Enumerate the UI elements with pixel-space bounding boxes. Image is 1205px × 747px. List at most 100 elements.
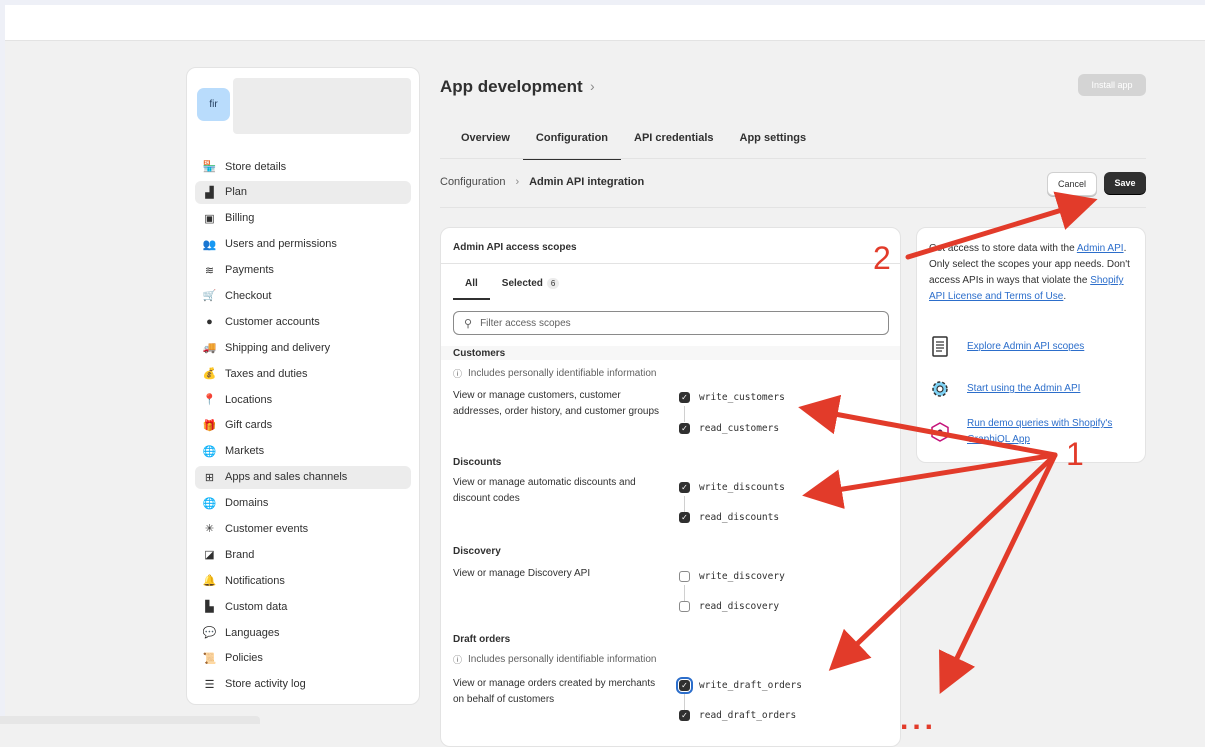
sparkle-icon: ✳ bbox=[204, 523, 215, 536]
sidebar-item-payments[interactable]: ≋ Payments bbox=[195, 259, 411, 282]
annotation-label-1: 1 bbox=[1066, 436, 1084, 472]
sidebar-item-shipping-and-delivery[interactable]: 🚚 Shipping and delivery bbox=[195, 336, 411, 359]
sidebar-item-label: Custom data bbox=[225, 600, 288, 613]
scope-group-discounts: Discounts View or manage automatic disco… bbox=[441, 457, 900, 523]
resource-graphiql[interactable]: Run demo queries with Shopify's GraphiQL… bbox=[929, 416, 1137, 448]
checkbox-unchecked-icon[interactable] bbox=[679, 601, 690, 612]
scope-connector bbox=[684, 694, 685, 710]
resource-start-admin-api[interactable]: Start using the Admin API bbox=[929, 378, 1137, 400]
admin-api-scopes-card: Admin API access scopes All Selected 6 ⚲ … bbox=[440, 227, 901, 747]
users-icon: 👥 bbox=[202, 238, 217, 251]
sidebar-item-taxes-and-duties[interactable]: 💰 Taxes and duties bbox=[195, 362, 411, 385]
sidebar-item-domains[interactable]: 🌐 Domains bbox=[195, 492, 411, 515]
sidebar-item-billing[interactable]: ▣ Billing bbox=[195, 207, 411, 230]
group-heading: Draft orders bbox=[453, 634, 511, 645]
scopes-card-title: Admin API access scopes bbox=[453, 242, 577, 253]
filter-scopes-input[interactable]: ⚲ Filter access scopes bbox=[453, 311, 889, 335]
breadcrumb-configuration[interactable]: Configuration bbox=[440, 176, 505, 188]
scope-write-draft-orders[interactable]: ✓ write_draft_orders bbox=[676, 677, 802, 694]
resource-explore-scopes[interactable]: Explore Admin API scopes bbox=[929, 336, 1137, 358]
tab-all[interactable]: All bbox=[453, 274, 490, 300]
apps-icon: ⊞ bbox=[204, 471, 215, 484]
scope-name: write_draft_orders bbox=[699, 680, 802, 691]
sidebar-item-users-and-permissions[interactable]: 👥 Users and permissions bbox=[195, 233, 411, 256]
scope-description: View or manage Discovery API bbox=[453, 568, 591, 579]
gear-icon bbox=[929, 378, 951, 400]
sidebar-item-checkout[interactable]: 🛒 Checkout bbox=[195, 284, 411, 307]
checkbox-unchecked-icon[interactable] bbox=[679, 571, 690, 582]
store-avatar[interactable]: fir bbox=[197, 88, 230, 121]
checkbox-checked-icon[interactable]: ✓ bbox=[679, 392, 690, 403]
scope-description: View or manage customers, customer addre… bbox=[453, 390, 660, 417]
sidebar-item-notifications[interactable]: 🔔 Notifications bbox=[195, 569, 411, 592]
language-icon: 💬 bbox=[202, 627, 217, 640]
admin-api-link[interactable]: Admin API bbox=[1077, 243, 1124, 254]
tab-selected[interactable]: Selected 6 bbox=[490, 274, 572, 300]
tab-overview[interactable]: Overview bbox=[448, 126, 523, 158]
sidebar-item-locations[interactable]: 📍 Locations bbox=[195, 388, 411, 411]
sidebar-item-store-activity-log[interactable]: ☰ Store activity log bbox=[195, 673, 411, 696]
gift-card-icon: 🎁 bbox=[202, 419, 217, 432]
store-name-placeholder[interactable] bbox=[233, 78, 411, 134]
scope-write-discounts[interactable]: ✓ write_discounts bbox=[679, 482, 785, 493]
scope-read-customers[interactable]: ✓ read_customers bbox=[679, 423, 779, 434]
resource-link[interactable]: Run demo queries with Shopify's GraphiQL… bbox=[967, 416, 1137, 448]
scope-connector bbox=[684, 496, 685, 512]
sidebar-item-languages[interactable]: 💬 Languages bbox=[195, 621, 411, 644]
chevron-right-icon: › bbox=[590, 78, 595, 94]
sidebar-item-markets[interactable]: 🌐 Markets bbox=[195, 440, 411, 463]
sidebar-item-customer-events[interactable]: ✳ Customer events bbox=[195, 517, 411, 540]
tab-app-settings[interactable]: App settings bbox=[727, 126, 820, 158]
scope-read-discovery[interactable]: read_discovery bbox=[679, 601, 779, 612]
sidebar-item-label: Taxes and duties bbox=[225, 367, 308, 380]
scope-name: read_customers bbox=[699, 423, 780, 434]
billing-icon: ▣ bbox=[204, 212, 215, 225]
scope-write-discovery[interactable]: write_discovery bbox=[679, 571, 785, 582]
scope-read-discounts[interactable]: ✓ read_discounts bbox=[679, 512, 779, 523]
checkbox-checked-icon[interactable]: ✓ bbox=[679, 423, 690, 434]
checkbox-checked-icon[interactable]: ✓ bbox=[676, 677, 693, 694]
sidebar-item-label: Checkout bbox=[225, 289, 272, 302]
sidebar-item-label: Shipping and delivery bbox=[225, 341, 331, 354]
payments-icon: ≋ bbox=[204, 264, 215, 277]
pii-note-text: Includes personally identifiable informa… bbox=[468, 367, 657, 379]
pii-note: ⓘ Includes personally identifiable inform… bbox=[441, 366, 900, 380]
sidebar-item-label: Customer events bbox=[225, 522, 309, 535]
sidebar-item-label: Users and permissions bbox=[225, 238, 337, 251]
sidebar-item-plan[interactable]: ▟ Plan bbox=[195, 180, 411, 204]
pii-note: ⓘ Includes personally identifiable inform… bbox=[441, 652, 900, 666]
resource-link[interactable]: Explore Admin API scopes bbox=[967, 339, 1137, 355]
sidebar-item-label: Domains bbox=[225, 497, 269, 510]
sidebar-item-apps-and-sales-channels[interactable]: ⊞ Apps and sales channels bbox=[195, 465, 411, 489]
cancel-button[interactable]: Cancel bbox=[1047, 172, 1097, 196]
sidebar-item-label: Brand bbox=[225, 548, 255, 561]
sidebar-item-policies[interactable]: 📜 Policies bbox=[195, 647, 411, 670]
sidebar-item-label: Store activity log bbox=[225, 678, 306, 691]
tab-api-credentials[interactable]: API credentials bbox=[621, 126, 726, 158]
scope-read-draft-orders[interactable]: ✓ read_draft_orders bbox=[679, 710, 796, 721]
scope-name: read_discounts bbox=[699, 512, 780, 523]
scope-write-customers[interactable]: ✓ write_customers bbox=[679, 392, 785, 403]
tab-configuration[interactable]: Configuration bbox=[522, 126, 622, 160]
checkbox-checked-icon[interactable]: ✓ bbox=[679, 710, 690, 721]
checkbox-checked-icon[interactable]: ✓ bbox=[679, 482, 690, 493]
sidebar-item-label: Apps and sales channels bbox=[225, 471, 348, 484]
save-button[interactable]: Save bbox=[1104, 172, 1146, 194]
sidebar-item-custom-data[interactable]: ▙ Custom data bbox=[195, 595, 411, 618]
tabs-divider bbox=[440, 158, 1146, 159]
checkbox-checked-icon[interactable]: ✓ bbox=[679, 512, 690, 523]
scope-description: View or manage automatic discounts and d… bbox=[453, 477, 636, 504]
sidebar-item-gift-cards[interactable]: 🎁 Gift cards bbox=[195, 414, 411, 437]
resource-link[interactable]: Start using the Admin API bbox=[967, 381, 1137, 397]
sidebar-item-brand[interactable]: ◪ Brand bbox=[195, 543, 411, 566]
sidebar-item-label: Plan bbox=[225, 186, 248, 199]
section-divider bbox=[440, 207, 1146, 208]
scope-group-draft-orders: Draft orders ⓘ Includes personally identi… bbox=[441, 634, 900, 721]
sidebar-item-customer-accounts[interactable]: ● Customer accounts bbox=[195, 310, 411, 333]
breadcrumb-chevron-icon: › bbox=[515, 176, 520, 188]
scope-name: write_discovery bbox=[699, 571, 785, 582]
sidebar-item-label: Locations bbox=[225, 393, 273, 406]
install-app-button[interactable]: Install app bbox=[1078, 74, 1146, 96]
sidebar-item-label: Gift cards bbox=[225, 419, 273, 432]
sidebar-item-store-details[interactable]: 🏪 Store details bbox=[195, 155, 411, 178]
